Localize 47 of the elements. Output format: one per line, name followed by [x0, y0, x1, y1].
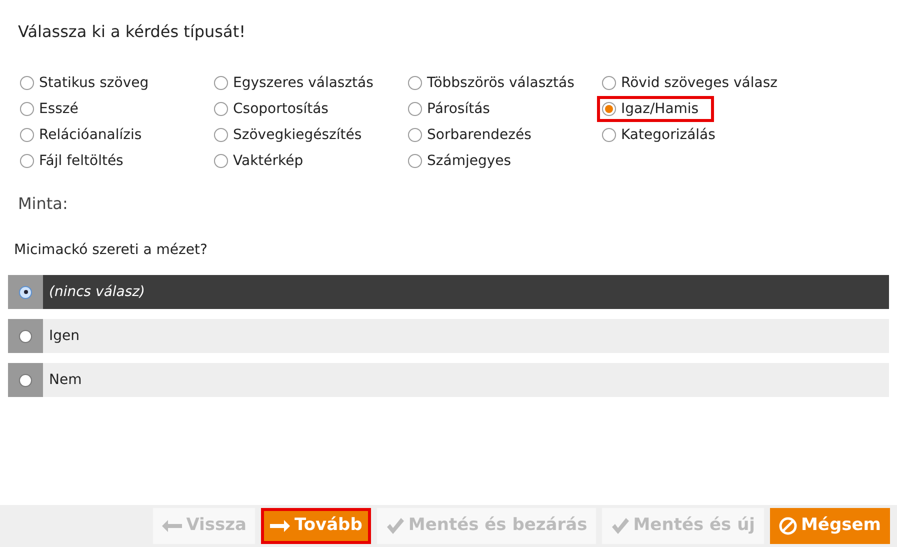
- answer-label: Igen: [48, 326, 80, 346]
- question-type-option[interactable]: Vaktérkép: [209, 148, 308, 174]
- question-type-option[interactable]: Rövid szöveges válasz: [597, 70, 783, 96]
- heading: Válassza ki a kérdés típusát!: [18, 21, 247, 43]
- question-type-option[interactable]: Fájl feltöltés: [15, 148, 128, 174]
- radio-button[interactable]: [19, 330, 32, 342]
- radio-button[interactable]: [214, 102, 228, 116]
- radio-button[interactable]: [602, 128, 616, 142]
- radio-button[interactable]: [20, 128, 34, 142]
- arrow-right-icon: [270, 520, 290, 532]
- radio-button[interactable]: [19, 374, 32, 386]
- prohibited-icon: [779, 517, 798, 535]
- question-type-option[interactable]: Sorbarendezés: [403, 122, 536, 148]
- checkmark-icon: [611, 518, 630, 534]
- question-type-option[interactable]: Egyszeres választás: [209, 70, 378, 96]
- question-type-option[interactable]: Relációanalízis: [15, 122, 147, 148]
- question-text: Micimackó szereti a mézet?: [14, 241, 208, 260]
- answer-label: Nem: [48, 370, 82, 390]
- radio-button[interactable]: [214, 76, 228, 90]
- radio-button[interactable]: [214, 128, 228, 142]
- answer-option[interactable]: Igen: [8, 319, 889, 353]
- radio-button[interactable]: [408, 128, 422, 142]
- arrow-left-icon: [162, 520, 182, 532]
- question-type-option[interactable]: Igaz/Hamis: [597, 96, 714, 122]
- question-type-option[interactable]: Többszörös választás: [403, 70, 580, 96]
- question-type-option[interactable]: Statikus szöveg: [15, 70, 154, 96]
- radio-button[interactable]: [408, 154, 422, 168]
- answer-option[interactable]: Nem: [8, 363, 889, 397]
- radio-button[interactable]: [20, 154, 34, 168]
- radio-button[interactable]: [408, 76, 422, 90]
- radio-button[interactable]: [214, 154, 228, 168]
- answer-label: (nincs válasz): [48, 282, 145, 302]
- answer-option[interactable]: (nincs válasz): [8, 275, 889, 309]
- radio-button[interactable]: [20, 102, 34, 116]
- question-type-option[interactable]: Esszé: [15, 96, 84, 122]
- radio-button[interactable]: [408, 102, 422, 116]
- radio-button[interactable]: [20, 76, 34, 90]
- question-type-option[interactable]: Kategorizálás: [597, 122, 720, 148]
- checkmark-icon: [386, 518, 404, 534]
- question-type-option[interactable]: Szövegkiegészítés: [209, 122, 367, 148]
- radio-button[interactable]: [19, 286, 32, 298]
- radio-button[interactable]: [602, 102, 616, 116]
- question-type-option[interactable]: Csoportosítás: [209, 96, 334, 122]
- question-type-option[interactable]: Számjegyes: [403, 148, 516, 174]
- radio-button[interactable]: [602, 76, 616, 90]
- section-heading: Minta:: [18, 193, 69, 215]
- question-type-option[interactable]: Párosítás: [403, 96, 495, 122]
